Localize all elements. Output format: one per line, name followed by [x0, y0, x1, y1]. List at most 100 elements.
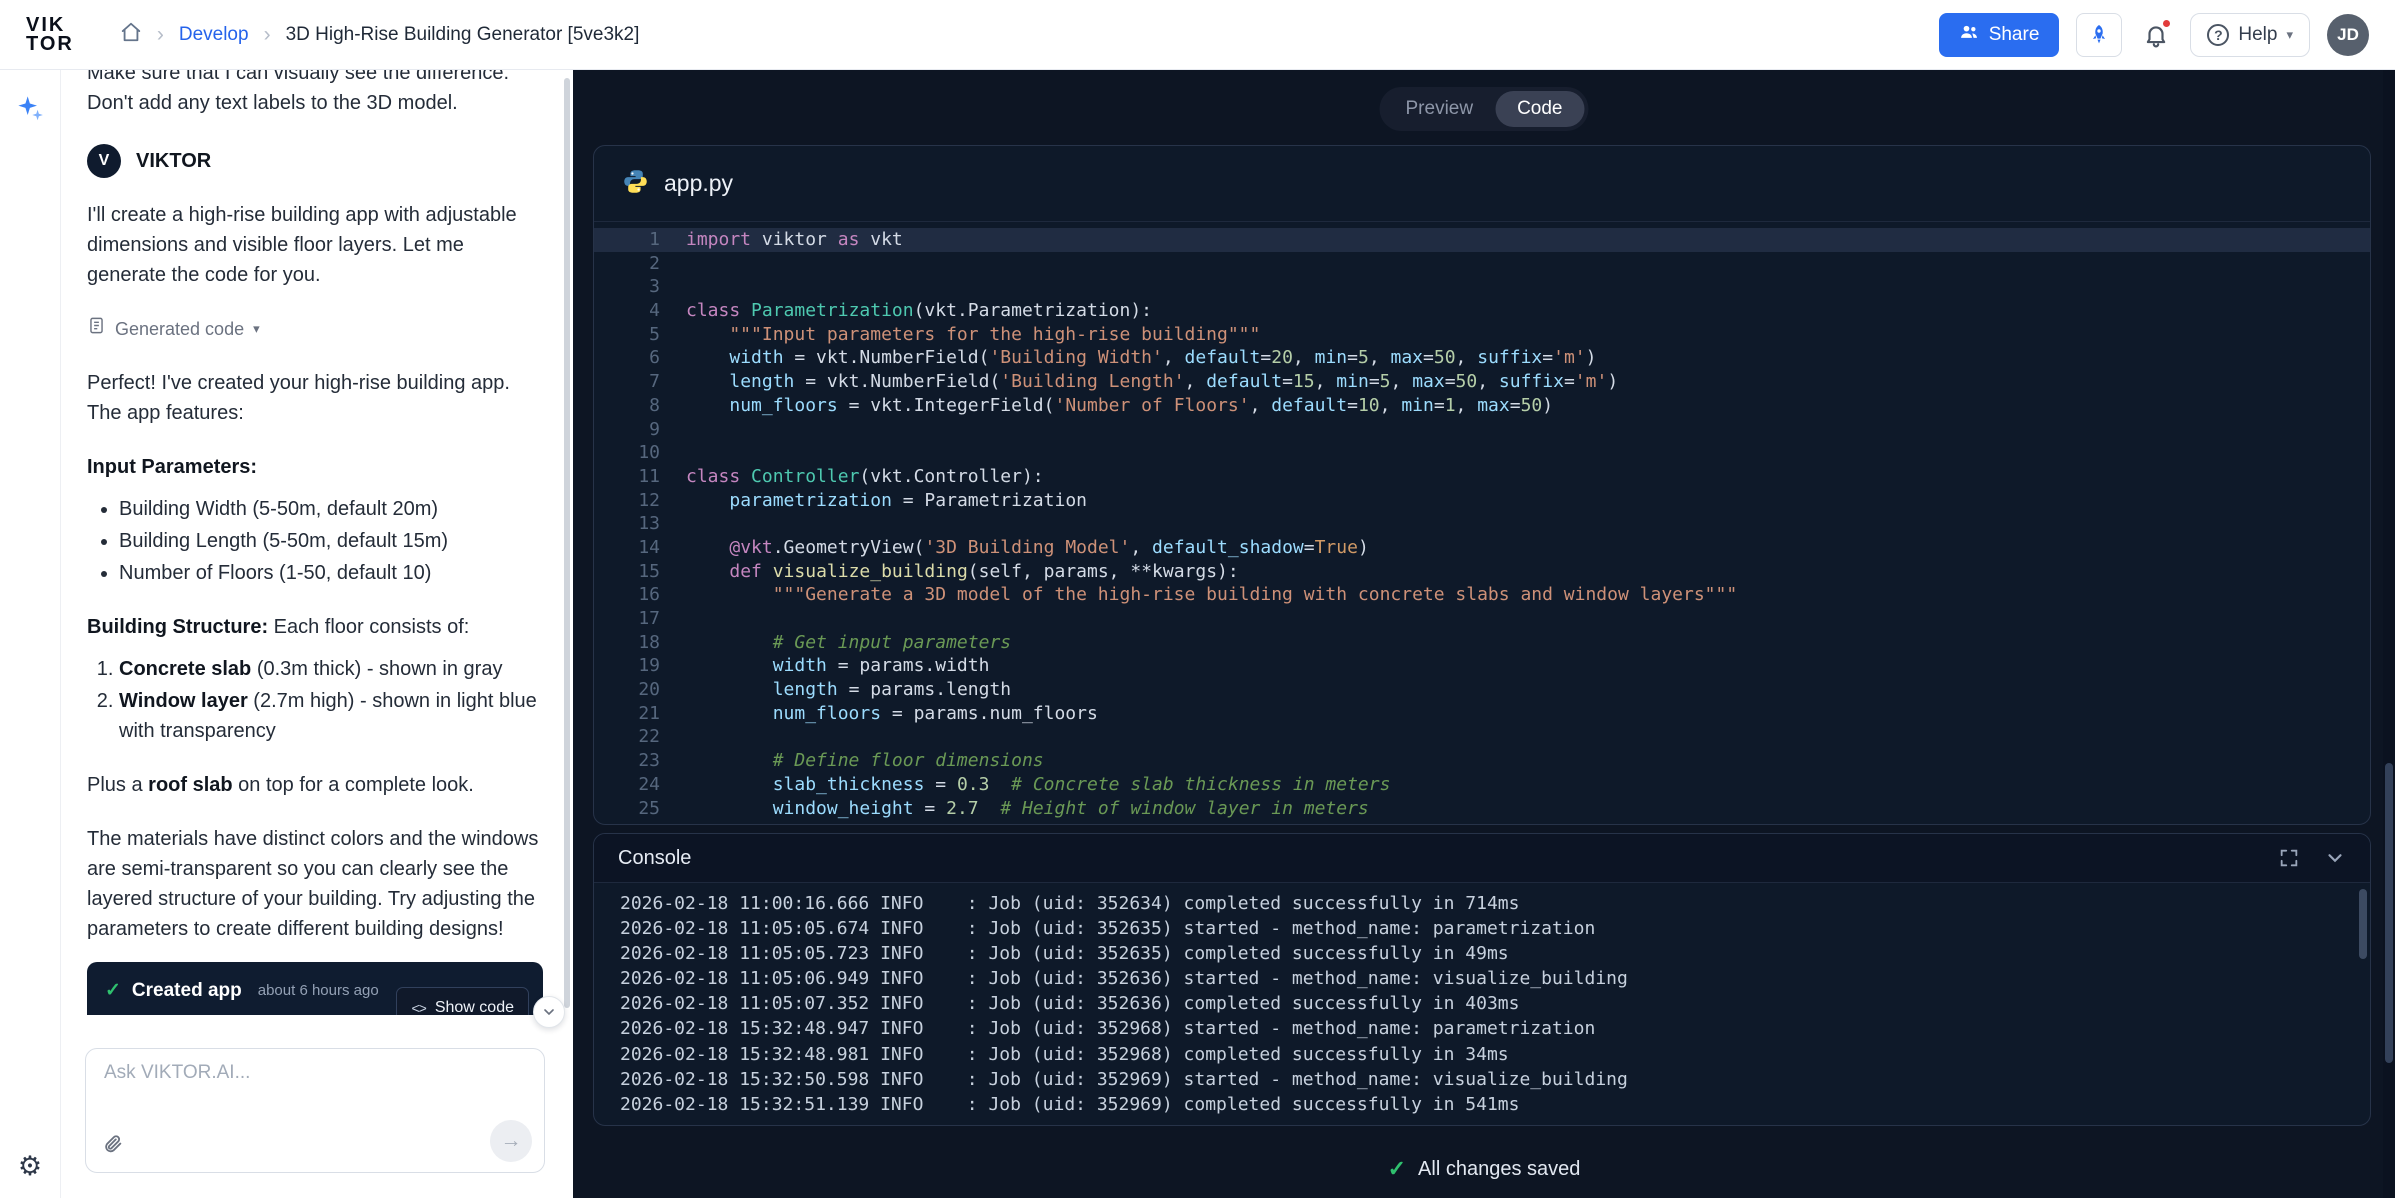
- save-status: ✓ All changes saved: [1388, 1156, 1581, 1182]
- code-editor-card: app.py 1import viktor as vkt2 3 4class P…: [593, 145, 2371, 825]
- line-number: 11: [594, 465, 660, 489]
- line-number: 17: [594, 607, 660, 631]
- chat-block-p: Input Parameters:: [87, 452, 543, 482]
- code-line[interactable]: 14 @vkt.GeometryView('3D Building Model'…: [594, 536, 2370, 560]
- code-line[interactable]: 10: [594, 441, 2370, 465]
- code-line[interactable]: 20 length = params.length: [594, 678, 2370, 702]
- chat-block-p: Perfect! I've created your high-rise bui…: [87, 368, 543, 428]
- console-line: 2026-02-18 15:32:50.598 INFO : Job (uid:…: [620, 1067, 2370, 1092]
- generated-code-label: Generated code: [115, 314, 244, 344]
- code-line[interactable]: 5 """Input parameters for the high-rise …: [594, 323, 2370, 347]
- chat-block-p: Plus a roof slab on top for a complete l…: [87, 770, 543, 800]
- chat-block-ol: Concrete slab (0.3m thick) - shown in gr…: [87, 654, 543, 746]
- code-text: class Controller(vkt.Controller):: [660, 465, 1044, 489]
- line-number: 5: [594, 323, 660, 347]
- breadcrumb-page-title: 3D High-Rise Building Generator [5ve3k2]: [286, 24, 640, 46]
- help-button[interactable]: ? Help ▾: [2190, 13, 2310, 57]
- code-text: [660, 252, 697, 276]
- code-line[interactable]: 17: [594, 607, 2370, 631]
- send-button[interactable]: →: [490, 1120, 532, 1162]
- code-line[interactable]: 19 width = params.width: [594, 654, 2370, 678]
- created-app-label: Created app: [132, 976, 242, 1006]
- breadcrumb-chevron-icon: ›: [264, 24, 271, 45]
- code-line[interactable]: 4class Parametrization(vkt.Parametrizati…: [594, 299, 2370, 323]
- code-text: [660, 725, 697, 749]
- document-icon: [87, 314, 106, 344]
- code-text: window_height = 2.7 # Height of window l…: [660, 797, 1369, 821]
- console-log-area: 2026-02-18 11:00:16.666 INFO : Job (uid:…: [594, 883, 2370, 1117]
- code-line[interactable]: 22: [594, 725, 2370, 749]
- share-label: Share: [1989, 24, 2040, 46]
- viktor-logo[interactable]: VIK TOR: [26, 16, 74, 54]
- chat-block-ul: Building Width (5-50m, default 20m)Build…: [87, 494, 543, 588]
- scroll-to-bottom-button[interactable]: [533, 996, 565, 1028]
- notifications-button[interactable]: [2139, 18, 2173, 52]
- code-line[interactable]: 21 num_floors = params.num_floors: [594, 702, 2370, 726]
- chevron-down-icon: ▾: [2286, 27, 2293, 43]
- collapse-chevron-icon[interactable]: [2324, 847, 2346, 869]
- share-button[interactable]: Share: [1939, 13, 2060, 57]
- fullscreen-icon[interactable]: [2278, 847, 2300, 869]
- line-number: 16: [594, 583, 660, 607]
- assistant-header: V VIKTOR: [87, 144, 543, 178]
- code-editor-body: 1import viktor as vkt2 3 4class Parametr…: [594, 222, 2370, 820]
- created-app-card: ✓ Created app about 6 hours ago <> Show …: [87, 962, 543, 1015]
- ai-sparkle-icon[interactable]: [16, 94, 44, 127]
- rocket-icon: [2087, 23, 2111, 47]
- console-line: 2026-02-18 15:32:51.139 INFO : Job (uid:…: [620, 1092, 2370, 1117]
- line-number: 20: [594, 678, 660, 702]
- line-number: 2: [594, 252, 660, 276]
- code-line[interactable]: 3: [594, 275, 2370, 299]
- code-text: parametrization = Parametrization: [660, 489, 1087, 513]
- console-header: Console: [594, 834, 2370, 883]
- code-text: [660, 512, 697, 536]
- assistant-message-body: Perfect! I've created your high-rise bui…: [87, 368, 543, 944]
- code-line[interactable]: 13: [594, 512, 2370, 536]
- console-line: 2026-02-18 15:32:48.981 INFO : Job (uid:…: [620, 1042, 2370, 1067]
- code-line[interactable]: 7 length = vkt.NumberField('Building Len…: [594, 370, 2370, 394]
- attachment-paperclip-icon[interactable]: [102, 1133, 124, 1160]
- line-number: 18: [594, 631, 660, 655]
- code-line[interactable]: 18 # Get input parameters: [594, 631, 2370, 655]
- tab-code[interactable]: Code: [1495, 91, 1584, 127]
- chat-input-card: →: [85, 1048, 545, 1173]
- rocket-button[interactable]: [2076, 13, 2122, 57]
- code-line[interactable]: 23 # Define floor dimensions: [594, 749, 2370, 773]
- tab-preview[interactable]: Preview: [1384, 91, 1496, 127]
- code-line[interactable]: 9: [594, 418, 2370, 442]
- code-line[interactable]: 24 slab_thickness = 0.3 # Concrete slab …: [594, 773, 2370, 797]
- breadcrumb-chevron-icon: ›: [157, 24, 164, 45]
- view-toggle: PreviewCode: [1380, 87, 1589, 131]
- console-scrollbar[interactable]: [2359, 889, 2367, 959]
- check-icon: ✓: [105, 976, 121, 1006]
- code-brackets-icon: <>: [411, 993, 425, 1015]
- code-line[interactable]: 11class Controller(vkt.Controller):: [594, 465, 2370, 489]
- line-number: 4: [594, 299, 660, 323]
- code-line[interactable]: 6 width = vkt.NumberField('Building Widt…: [594, 346, 2370, 370]
- code-text: class Parametrization(vkt.Parametrizatio…: [660, 299, 1152, 323]
- code-line[interactable]: 25 window_height = 2.7 # Height of windo…: [594, 797, 2370, 821]
- viktor-app: VIK TOR › Develop › 3D High-Rise Buildin…: [0, 0, 2395, 1198]
- show-code-button[interactable]: <> Show code: [396, 987, 529, 1015]
- page-scrollbar-thumb[interactable]: [2385, 763, 2393, 1063]
- console-title: Console: [618, 847, 691, 870]
- chat-input-field[interactable]: [104, 1062, 526, 1114]
- user-avatar[interactable]: JD: [2327, 14, 2369, 56]
- save-status-text: All changes saved: [1418, 1158, 1580, 1181]
- code-line[interactable]: 12 parametrization = Parametrization: [594, 489, 2370, 513]
- home-icon[interactable]: [120, 21, 142, 49]
- code-line[interactable]: 15 def visualize_building(self, params, …: [594, 560, 2370, 584]
- code-line[interactable]: 2: [594, 252, 2370, 276]
- console-panel: Console 2026-02-18 11:00:16.666 INFO : J…: [593, 833, 2371, 1126]
- console-line: 2026-02-18 11:05:05.723 INFO : Job (uid:…: [620, 941, 2370, 966]
- page-scrollbar-track[interactable]: [2383, 70, 2395, 1198]
- code-line[interactable]: 16 """Generate a 3D model of the high-ri…: [594, 583, 2370, 607]
- chat-scrollbar[interactable]: [564, 78, 570, 1008]
- generated-code-toggle[interactable]: Generated code ▾: [87, 314, 543, 344]
- settings-gear-icon[interactable]: ⚙: [18, 1151, 42, 1182]
- code-text: [660, 275, 697, 299]
- breadcrumb-develop[interactable]: Develop: [179, 24, 249, 46]
- code-line[interactable]: 1import viktor as vkt: [594, 228, 2370, 252]
- chat-message-area: Make sure that I can visually see the di…: [87, 70, 543, 1015]
- code-line[interactable]: 8 num_floors = vkt.IntegerField('Number …: [594, 394, 2370, 418]
